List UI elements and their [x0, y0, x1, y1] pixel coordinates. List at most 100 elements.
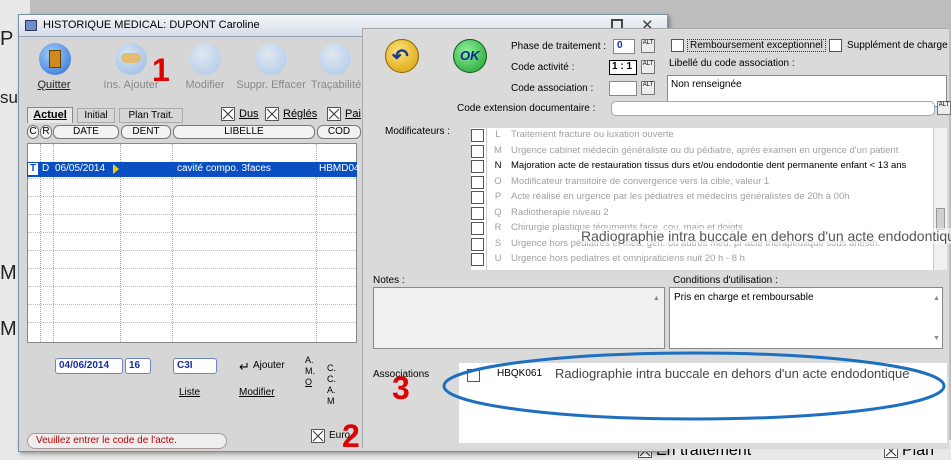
quit-door-icon[interactable] — [39, 43, 71, 75]
modifier-text: Traitement fracture ou luxation ouverte — [511, 129, 674, 140]
modifier-checkbox[interactable] — [471, 253, 484, 266]
modifier-code: P — [494, 191, 502, 202]
traceability-icon[interactable] — [319, 43, 351, 75]
modifiers-scrollbar[interactable] — [933, 128, 947, 270]
phase-alt-button[interactable]: ALT — [641, 39, 655, 53]
modifier-checkbox[interactable] — [471, 222, 484, 235]
ajouter-button[interactable]: Ajouter — [253, 360, 285, 371]
ajouter-arrow-icon: ↵ — [239, 359, 250, 374]
modifier-checkbox[interactable] — [471, 206, 484, 220]
modifier-row[interactable]: P Acte réalisé en urgence par les pédiatr… — [491, 191, 850, 205]
status-message: Veuillez entrer le code de l'acte. — [27, 433, 227, 449]
back-button[interactable]: ↶ — [385, 39, 419, 73]
modifier-text: Radiotherapie niveau 2 — [511, 206, 609, 218]
background-text-fragment: M — [0, 318, 17, 340]
annotation-number-1: 1 — [152, 52, 170, 88]
modifier-checkbox[interactable] — [471, 191, 484, 204]
modifier-tooltip: Radiographie intra buccale en dehors d'u… — [581, 228, 951, 244]
modifier-checkbox[interactable] — [471, 160, 484, 173]
annotation-number-2: 2 — [342, 418, 360, 454]
extension-label: Code extension documentaire : — [457, 103, 596, 114]
modifier-row[interactable]: O Modificateur transitoire de convergence… — [491, 176, 769, 190]
modifier-code: R — [494, 222, 502, 233]
modifier-checkbox[interactable] — [471, 175, 484, 189]
quit-button[interactable]: Quitter — [29, 79, 79, 91]
remboursement-checkbox[interactable] — [671, 39, 684, 52]
modifier-checkbox[interactable] — [471, 144, 484, 158]
column-header-c[interactable]: C — [27, 125, 39, 139]
tooth-field[interactable]: 16 — [125, 358, 151, 374]
act-date-field[interactable]: 04/06/2014 — [55, 358, 123, 374]
liste-button[interactable]: Liste — [179, 387, 200, 398]
column-header-date[interactable]: DATE — [53, 125, 119, 139]
scroll-down-icon[interactable]: ▼ — [933, 335, 940, 342]
tab-initial[interactable]: Initial — [77, 108, 115, 123]
modifier-checkbox[interactable] — [471, 237, 484, 251]
modifier-text: Majoration acte de restauration tissus d… — [511, 160, 907, 171]
annotation-number-3: 3 — [392, 370, 410, 406]
amo-letter: A. — [305, 355, 314, 365]
extension-alt-button[interactable]: ALT — [937, 101, 951, 115]
act-code-field[interactable]: C3I — [173, 358, 217, 374]
modifier-checkbox[interactable] — [471, 129, 484, 142]
modifier-code: L — [495, 129, 501, 140]
regles-checkbox[interactable] — [265, 107, 279, 121]
activite-field[interactable]: 1 : 1 — [609, 60, 637, 75]
traceability-button[interactable]: Traçabilité — [309, 79, 363, 91]
association-code-field[interactable] — [609, 81, 637, 96]
modifier-text: Urgence cabinet médecin généraliste ou d… — [511, 144, 899, 156]
modifier-code: Q — [494, 206, 502, 218]
column-header-r[interactable]: R — [40, 125, 52, 139]
scrollbar-thumb[interactable] — [936, 208, 945, 230]
modify-button[interactable]: Modifier — [179, 79, 231, 91]
supplement-checkbox[interactable] — [829, 39, 842, 52]
delete-eraser-icon[interactable] — [255, 43, 287, 75]
row-libelle-cell: cavité compo. 3faces — [177, 163, 271, 174]
ccam-letter: C. — [327, 363, 336, 373]
phase-field[interactable]: 0 — [613, 39, 635, 54]
ccam-letter: C. — [327, 374, 336, 384]
modifier-text: Acte réalisé en urgence par les pédiatre… — [511, 191, 850, 202]
scroll-up-icon[interactable]: ▲ — [933, 295, 940, 302]
euro-checkbox[interactable] — [311, 429, 325, 443]
activite-alt-button[interactable]: ALT — [641, 60, 655, 74]
modifier-row[interactable]: L Traitement fracture ou luxation ouverte — [491, 129, 674, 143]
table-row[interactable]: T D 06/05/2014 cavité compo. 3faces HBMD… — [27, 162, 360, 177]
tab-plan-traitement[interactable]: Plan Trait. — [119, 108, 183, 123]
background-text-fragment: M — [0, 262, 17, 284]
scroll-up-icon[interactable]: ▲ — [653, 295, 660, 302]
modifier-button[interactable]: Modifier — [239, 387, 275, 398]
window-title: HISTORIQUE MEDICAL: DUPONT Caroline — [43, 19, 260, 31]
modify-pen-icon[interactable] — [189, 43, 221, 75]
modifier-row[interactable]: M Urgence cabinet médecin généraliste ou … — [491, 145, 898, 159]
pai-label: Pai — [345, 108, 361, 120]
column-header-libelle[interactable]: LIBELLE — [173, 125, 315, 139]
delete-button[interactable]: Suppr. Effacer — [233, 79, 309, 91]
tab-actuel[interactable]: Actuel — [27, 107, 73, 123]
association-alt-button[interactable]: ALT — [641, 81, 655, 95]
column-header-dent[interactable]: DENT — [121, 125, 171, 139]
ok-button[interactable]: OK — [453, 39, 487, 73]
modifier-row[interactable]: U Urgence hors pediatres et omnipraticien… — [491, 253, 745, 267]
pai-checkbox[interactable] — [327, 107, 341, 121]
modifier-row[interactable]: N Majoration acte de restauration tissus … — [491, 160, 907, 174]
row-r-cell: D — [42, 163, 50, 174]
amo-letter[interactable]: O — [305, 377, 312, 387]
remboursement-label: Remboursement exceptionnel — [687, 39, 826, 52]
modifier-code: M — [494, 144, 502, 156]
association-code-label: Code association : — [511, 83, 594, 94]
ccam-letter: A. — [327, 385, 336, 395]
modifier-code: U — [494, 253, 502, 264]
extension-field[interactable] — [611, 101, 935, 116]
dus-label: Dus — [239, 108, 259, 120]
modificateurs-label: Modificateurs : — [385, 126, 451, 137]
background-text-fragment: P — [0, 28, 14, 50]
modifier-code: N — [494, 160, 502, 171]
notes-label: Notes : — [373, 275, 405, 286]
modifier-text: Modificateur transitoire de convergence … — [511, 175, 770, 187]
column-header-code[interactable]: COD — [317, 125, 361, 139]
notes-field[interactable] — [373, 287, 665, 349]
modifier-row[interactable]: Q Radiotherapie niveau 2 — [491, 206, 609, 221]
add-icon[interactable] — [115, 43, 147, 75]
dus-checkbox[interactable] — [221, 107, 235, 121]
